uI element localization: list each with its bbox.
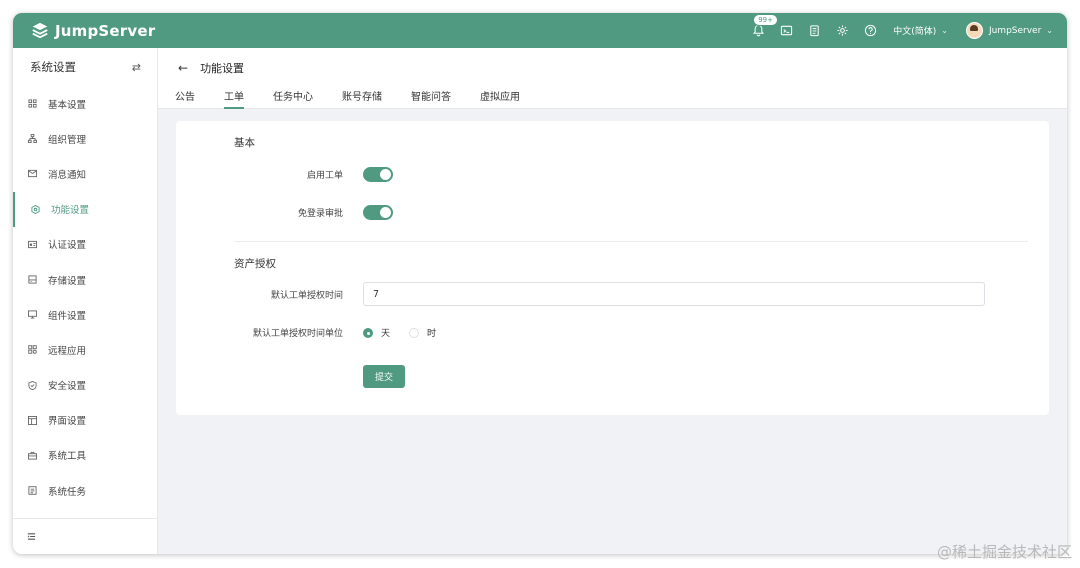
section-divider — [234, 241, 1028, 242]
radio-label: 时 — [427, 329, 437, 339]
sidebar-item-component[interactable]: 组件设置 — [13, 297, 157, 332]
sidebar-item-label: 消息通知 — [48, 169, 87, 181]
collapse-menu-icon — [27, 533, 36, 540]
chevron-down-icon: ⌄ — [1046, 26, 1053, 35]
feature-icon — [30, 204, 40, 214]
sidebar-item-label: 组织管理 — [48, 134, 87, 146]
avatar — [965, 22, 983, 39]
sidebar-switch-icon[interactable]: ⇄ — [132, 61, 141, 74]
section-title-asset: 资产授权 — [234, 258, 276, 270]
chevron-down-icon: ⌄ — [941, 26, 948, 35]
sidebar-item-label: 认证设置 — [48, 240, 87, 252]
sidebar-item-auth[interactable]: 认证设置 — [13, 227, 157, 262]
sidebar-item-security[interactable]: 安全设置 — [13, 368, 157, 403]
main-content: ← 功能设置 公告 工单 任务中心 账号存储 智能问答 虚拟应用 基本 启用工单… — [158, 48, 1067, 554]
duration-unit-radio-group: 天 时 — [363, 326, 455, 339]
tab-bar: 公告 工单 任务中心 账号存储 智能问答 虚拟应用 — [175, 88, 549, 109]
radio-label: 天 — [381, 329, 391, 339]
language-selector[interactable]: 中文(简体) ⌄ — [893, 24, 948, 37]
sidebar-item-remote-apps[interactable]: 远程应用 — [13, 332, 157, 367]
enable-ticket-label: 启用工单 — [306, 171, 343, 181]
settings-form-card: 基本 启用工单 免登录审批 资产授权 默认工单授权时间 7 默认工单授权时间单位… — [176, 121, 1049, 415]
interface-icon — [27, 415, 37, 425]
language-label: 中文(简体) — [893, 27, 937, 37]
radio-unit-day[interactable]: 天 — [363, 326, 390, 339]
clipboard-icon[interactable] — [807, 24, 821, 38]
section-title-basic: 基本 — [234, 137, 255, 149]
sidebar-item-interface[interactable]: 界面设置 — [13, 403, 157, 438]
tab-ticket[interactable]: 工单 — [224, 88, 244, 109]
duration-label: 默认工单授权时间 — [270, 291, 343, 301]
top-navbar: JumpServer 99+ 中文(简体) ⌄ JumpServer ⌄ — [13, 13, 1067, 48]
top-actions: 99+ 中文(简体) ⌄ JumpServer ⌄ — [737, 13, 1053, 48]
sidebar-item-tools[interactable]: 系统工具 — [13, 438, 157, 473]
duration-input-value: 7 — [373, 288, 380, 300]
terminal-icon[interactable] — [779, 24, 793, 38]
sidebar-item-label: 存储设置 — [48, 275, 87, 287]
sidebar-item-label: 系统工具 — [48, 451, 87, 463]
tab-task-center[interactable]: 任务中心 — [273, 88, 313, 109]
user-menu[interactable]: JumpServer ⌄ — [965, 22, 1053, 39]
radio-unchecked-icon — [409, 327, 420, 338]
page-title-row: ← 功能设置 — [178, 60, 244, 76]
tab-announcement[interactable]: 公告 — [175, 88, 195, 109]
duration-unit-label: 默认工单授权时间单位 — [252, 329, 343, 339]
sidebar-collapse-button[interactable] — [13, 518, 157, 554]
tab-chat-ai[interactable]: 智能问答 — [411, 88, 451, 109]
sidebar-item-label: 基本设置 — [48, 99, 87, 111]
radio-checked-icon — [363, 327, 373, 338]
sidebar-item-label: 安全设置 — [48, 381, 87, 393]
sidebar-item-message[interactable]: 消息通知 — [13, 156, 157, 191]
sidebar-item-label: 功能设置 — [51, 205, 90, 217]
brand-logo[interactable]: JumpServer — [31, 22, 155, 40]
task-icon — [27, 486, 37, 496]
jumpserver-logo-icon — [32, 22, 48, 38]
sidebar-title: 系统设置 — [30, 60, 76, 74]
sidebar-item-label: 远程应用 — [48, 345, 87, 357]
page-title: 功能设置 — [200, 62, 245, 75]
settings-gear-icon[interactable] — [835, 24, 849, 38]
watermark: @稀土掘金技术社区 — [936, 543, 1072, 561]
radio-unit-hour[interactable]: 时 — [409, 326, 436, 339]
sidebar-item-label: 组件设置 — [48, 310, 87, 322]
submit-button[interactable]: 提交 — [363, 365, 405, 388]
shield-icon — [27, 380, 37, 390]
sidebar: 系统设置 ⇄ 基本设置 组织管理 消息通知 功能设置 认证设置 存储设置 组件设… — [13, 48, 158, 554]
sidebar-menu: 基本设置 组织管理 消息通知 功能设置 认证设置 存储设置 组件设置 远程应用 … — [13, 86, 157, 508]
apps-icon — [27, 345, 37, 355]
sidebar-item-tasks[interactable]: 系统任务 — [13, 473, 157, 508]
page-header: ← 功能设置 公告 工单 任务中心 账号存储 智能问答 虚拟应用 — [158, 48, 1067, 109]
help-icon[interactable] — [863, 24, 877, 38]
enable-ticket-switch[interactable] — [363, 167, 393, 182]
sidebar-item-label: 系统任务 — [48, 486, 87, 498]
org-icon — [27, 134, 37, 144]
sidebar-item-label: 界面设置 — [48, 416, 87, 428]
sidebar-item-feature[interactable]: 功能设置 — [13, 191, 157, 227]
storage-icon — [27, 275, 37, 285]
sidebar-header: 系统设置 ⇄ — [13, 48, 157, 86]
brand-name: JumpServer — [55, 21, 156, 40]
component-icon — [27, 310, 37, 320]
duration-input[interactable]: 7 — [363, 282, 985, 306]
message-icon — [27, 169, 37, 179]
back-arrow-icon[interactable]: ← — [178, 61, 188, 75]
app-window: JumpServer 99+ 中文(简体) ⌄ JumpServer ⌄ 系统设… — [13, 13, 1067, 554]
notification-badge: 99+ — [753, 13, 778, 26]
sidebar-item-storage[interactable]: 存储设置 — [13, 262, 157, 297]
auth-icon — [27, 239, 37, 249]
sidebar-item-org[interactable]: 组织管理 — [13, 121, 157, 156]
login-review-label: 免登录审批 — [297, 209, 343, 219]
grid-icon — [27, 99, 37, 109]
notification-bell-icon[interactable]: 99+ — [751, 13, 778, 38]
login-review-switch[interactable] — [363, 205, 393, 220]
toolbox-icon — [27, 450, 37, 460]
username-label: JumpServer — [988, 25, 1042, 36]
sidebar-item-basic[interactable]: 基本设置 — [13, 86, 157, 121]
tab-virtual-app[interactable]: 虚拟应用 — [480, 88, 520, 109]
tab-account-storage[interactable]: 账号存储 — [342, 88, 382, 109]
